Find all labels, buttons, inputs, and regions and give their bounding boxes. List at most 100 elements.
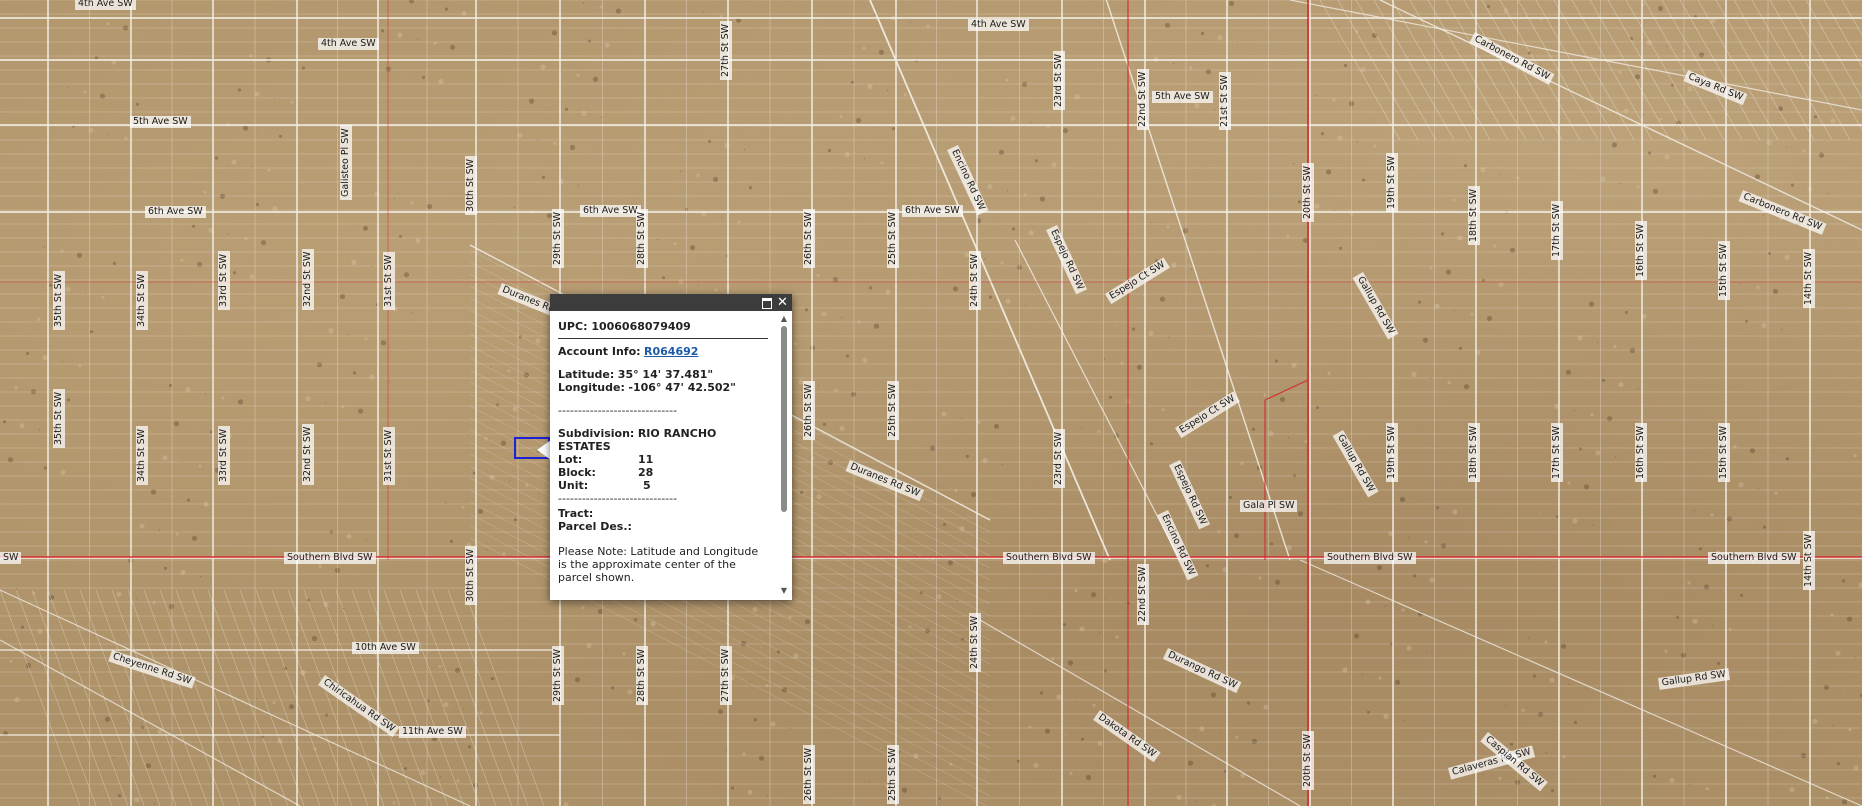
- terrain-speck: [331, 642, 333, 644]
- terrain-speck: [576, 73, 580, 77]
- scroll-thumb[interactable]: [781, 326, 787, 512]
- terrain-speck: [1406, 645, 1412, 651]
- close-icon: ✕: [777, 295, 788, 310]
- terrain-speck: [214, 156, 219, 160]
- close-button[interactable]: ✕: [775, 295, 790, 310]
- terrain-speck: [1452, 198, 1456, 202]
- terrain-speck: [88, 127, 94, 133]
- terrain-speck: [921, 793, 923, 795]
- latitude-value: 35° 14' 37.481": [617, 368, 714, 381]
- street-label: 20th St SW: [1302, 730, 1314, 790]
- terrain-speck: [691, 136, 693, 138]
- terrain-speck: [1167, 336, 1170, 338]
- terrain-speck: [1110, 598, 1112, 600]
- terrain-speck: [339, 293, 346, 300]
- terrain-speck: [1269, 542, 1274, 546]
- street-label: 27th St SW: [720, 20, 732, 80]
- terrain-speck: [416, 38, 419, 40]
- terrain-speck: [1314, 203, 1320, 209]
- longitude-value: -106° 47' 42.502": [628, 381, 736, 394]
- terrain-speck: [1287, 436, 1290, 439]
- terrain-speck: [43, 466, 48, 470]
- terrain-speck: [244, 237, 248, 241]
- terrain-speck: [50, 395, 52, 397]
- terrain-speck: [1665, 46, 1668, 48]
- scroll-up-arrow-icon[interactable]: ▲: [779, 314, 789, 324]
- terrain-speck: [1149, 222, 1152, 224]
- terrain-speck: [1217, 35, 1223, 41]
- terrain-speck: [1465, 275, 1467, 277]
- terrain-speck: [988, 295, 993, 299]
- terrain-speck: [1652, 188, 1659, 194]
- terrain-speck: [1258, 576, 1262, 580]
- terrain-speck: [1687, 581, 1691, 585]
- terrain-speck: [1585, 375, 1587, 377]
- terrain-speck: [725, 749, 728, 751]
- terrain-speck: [1532, 674, 1537, 678]
- terrain-speck: [1315, 94, 1318, 97]
- terrain-speck: [995, 224, 997, 226]
- terrain-speck: [1013, 429, 1015, 431]
- terrain-speck: [1442, 343, 1444, 345]
- terrain-speck: [173, 421, 180, 427]
- parcel-line: [255, 589, 337, 806]
- street-label: 17th St SW: [1551, 200, 1563, 260]
- terrain-speck: [1527, 637, 1530, 639]
- street-label: 16th St SW: [1635, 220, 1647, 280]
- terrain-speck: [1304, 129, 1306, 131]
- terrain-speck: [272, 701, 276, 705]
- terrain-speck: [66, 398, 71, 402]
- terrain-speck: [867, 83, 873, 89]
- terrain-speck: [1274, 359, 1279, 363]
- terrain-speck: [1161, 408, 1165, 412]
- terrain-speck: [878, 49, 885, 55]
- terrain-speck: [20, 625, 25, 629]
- street-label: Southern Blvd SW: [1003, 552, 1095, 564]
- terrain-speck: [1841, 579, 1846, 583]
- parcel-line: [239, 589, 321, 806]
- parcel-line: [207, 589, 289, 806]
- terrain-speck: [1327, 371, 1331, 375]
- terrain-speck: [812, 659, 815, 661]
- terrain-speck: [14, 386, 18, 390]
- terrain-speck: [1629, 347, 1636, 354]
- terrain-speck: [1074, 94, 1080, 100]
- terrain-speck: [1291, 362, 1297, 368]
- terrain-speck: [1056, 694, 1062, 700]
- terrain-speck: [485, 548, 488, 551]
- terrain-speck: [548, 104, 550, 106]
- terrain-speck: [1769, 454, 1771, 456]
- terrain-speck: [1565, 369, 1572, 375]
- terrain-speck: [558, 179, 564, 185]
- terrain-speck: [1785, 457, 1790, 461]
- terrain-speck: [850, 391, 857, 397]
- terrain-speck: [886, 89, 889, 92]
- street-label: 26th St SW: [803, 744, 815, 804]
- terrain-speck: [19, 423, 25, 429]
- terrain-speck: [1218, 732, 1221, 734]
- terrain-speck: [397, 32, 403, 38]
- terrain-speck: [1080, 737, 1085, 741]
- terrain-speck: [14, 697, 20, 703]
- scroll-down-arrow-icon[interactable]: ▼: [779, 586, 789, 596]
- terrain-speck: [1606, 416, 1613, 422]
- terrain-speck: [27, 463, 29, 465]
- maximize-button[interactable]: [759, 295, 774, 310]
- terrain-speck: [1626, 422, 1628, 424]
- popup-scrollbar[interactable]: ▲ ▼: [779, 314, 789, 596]
- account-link[interactable]: R064692: [644, 345, 698, 358]
- street-label: 19th St SW: [1386, 422, 1398, 482]
- aerial-map[interactable]: 4th Ave SW 4th Ave SW 4th Ave SW 5th Ave…: [0, 0, 1862, 806]
- terrain-speck: [1376, 565, 1383, 571]
- terrain-speck: [116, 591, 122, 597]
- terrain-speck: [1148, 330, 1154, 336]
- terrain-speck: [604, 42, 610, 48]
- terrain-speck: [135, 102, 140, 106]
- terrain-speck: [188, 610, 190, 612]
- street-label: 34th St SW: [136, 270, 148, 330]
- terrain-speck: [513, 517, 518, 522]
- terrain-speck: [318, 564, 322, 568]
- terrain-speck: [94, 56, 99, 60]
- street-label: 29th St SW: [552, 645, 564, 705]
- terrain-speck: [1136, 364, 1143, 370]
